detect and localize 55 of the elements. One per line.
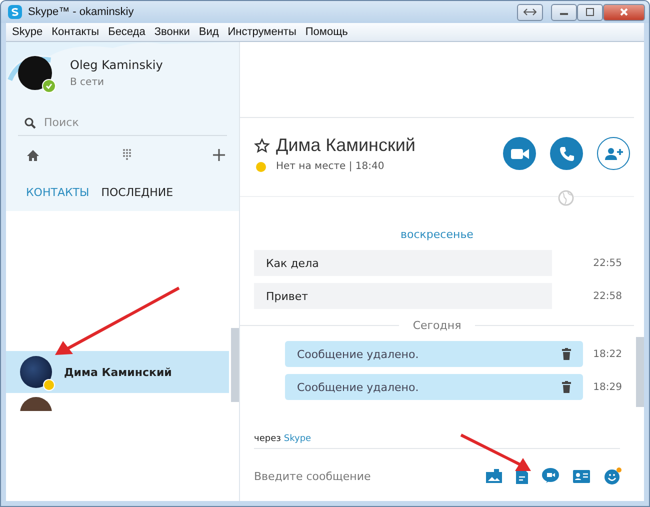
skype-link[interactable]: Skype: [284, 434, 312, 444]
contact-row[interactable]: Дима Каминский: [6, 351, 229, 393]
emoticon-icon[interactable]: [604, 467, 622, 485]
maximize-icon: [585, 7, 595, 17]
contact-name: Дима Каминский: [64, 366, 172, 378]
minimize-button[interactable]: [551, 4, 577, 20]
image-send-icon[interactable]: [486, 469, 502, 483]
message-time: 22:58: [593, 290, 623, 302]
chat-contact-name: Дима Каминский: [276, 135, 416, 156]
menu-item[interactable]: Контакты: [52, 26, 100, 38]
menu-item[interactable]: Skype: [12, 26, 43, 38]
scrollbar[interactable]: [231, 328, 239, 402]
window-title: Skype™ - okaminskiy: [28, 6, 134, 18]
chat-status: Нет на месте | 18:40: [276, 161, 384, 172]
message-time: 18:22: [593, 348, 623, 360]
menu-item[interactable]: Инструменты: [228, 26, 296, 38]
day-separator: Сегодня: [412, 318, 462, 332]
skype-logo-icon: [7, 4, 23, 20]
menu-item[interactable]: Вид: [198, 26, 219, 38]
message-time: 22:55: [593, 258, 623, 268]
add-icon[interactable]: [213, 149, 225, 161]
video-call-button[interactable]: [503, 137, 536, 170]
phone-icon: [558, 146, 574, 162]
profile-status: В сети: [70, 77, 106, 88]
menu-item[interactable]: Звонки: [154, 26, 190, 38]
add-contact-button[interactable]: [597, 137, 630, 170]
call-button[interactable]: [550, 137, 583, 170]
close-button[interactable]: [603, 4, 645, 20]
compact-view-button[interactable]: [517, 4, 543, 20]
message-bubble[interactable]: Как дела: [254, 250, 552, 276]
day-separator: воскресенье: [400, 228, 474, 240]
dial-pad-icon[interactable]: [122, 148, 132, 162]
search-field[interactable]: Поиск: [44, 116, 214, 129]
contacts-tab[interactable]: ПОСЛЕДНИЕ: [101, 186, 174, 199]
home-icon[interactable]: [26, 148, 40, 162]
globe-icon: [558, 190, 574, 206]
search-icon: [24, 116, 36, 128]
message-bubble[interactable]: Привет: [254, 283, 552, 309]
maximize-button[interactable]: [577, 4, 603, 20]
contact-card-icon[interactable]: [573, 470, 590, 482]
star-icon[interactable]: [254, 138, 270, 154]
message-time: 18:29: [593, 382, 623, 392]
menu-item[interactable]: Беседа: [108, 26, 146, 38]
message-bubble[interactable]: Сообщение удалено.: [285, 374, 583, 400]
message-bubble[interactable]: Сообщение удалено.: [285, 341, 583, 367]
via-label: через: [254, 434, 281, 444]
close-icon: [619, 7, 629, 17]
trash-icon[interactable]: [562, 348, 571, 360]
double-arrow-icon: [523, 8, 537, 16]
video-camera-icon: [510, 148, 528, 160]
profile-name: Oleg Kaminskiy: [70, 58, 163, 72]
menu-item[interactable]: Помощь: [305, 26, 348, 38]
video-message-icon[interactable]: [542, 468, 559, 484]
trash-icon[interactable]: [562, 381, 571, 393]
add-person-icon: [604, 146, 624, 160]
